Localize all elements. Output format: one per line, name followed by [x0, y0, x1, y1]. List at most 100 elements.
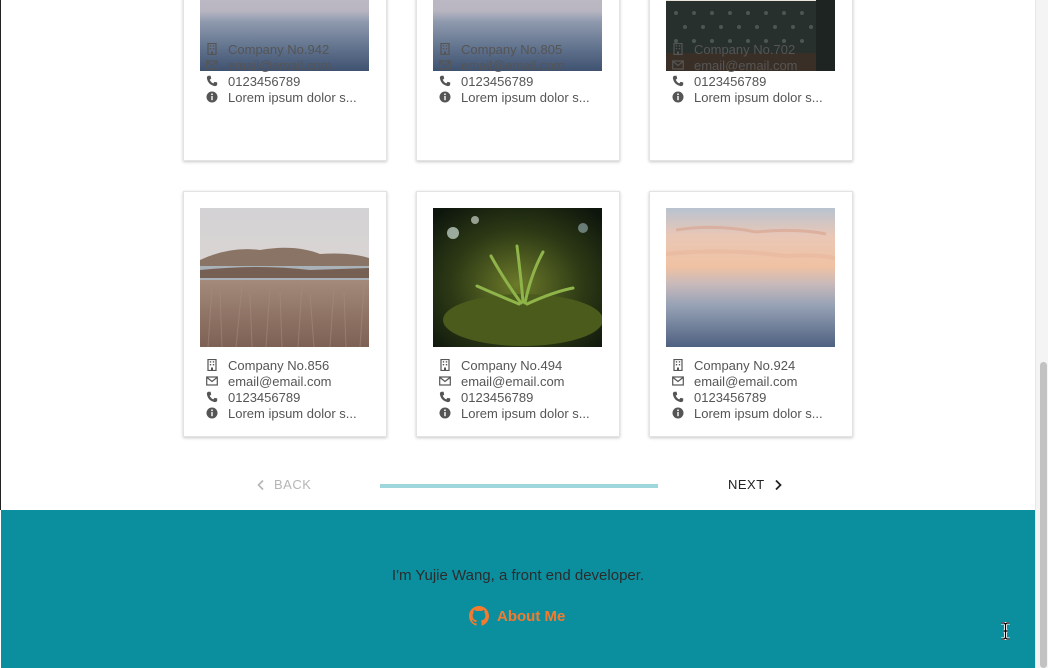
page-progress-bar	[380, 484, 658, 488]
phone-icon	[205, 75, 218, 88]
phone-row: 0123456789	[205, 389, 357, 405]
email-row: email@email.com	[438, 373, 590, 389]
phone-row: 0123456789	[438, 73, 590, 89]
card-info: Company No.702 email@email.com 012345678…	[671, 41, 823, 105]
description-row: Lorem ipsum dolor s...	[205, 405, 357, 421]
company-phone: 0123456789	[228, 73, 301, 89]
building-icon	[438, 359, 451, 372]
phone-icon	[671, 75, 684, 88]
company-email: email@email.com	[461, 373, 565, 389]
about-me-link[interactable]: About Me	[469, 606, 565, 626]
company-email: email@email.com	[228, 373, 332, 389]
company-name: Company No.494	[461, 357, 563, 373]
phone-row: 0123456789	[438, 389, 590, 405]
phone-icon	[205, 391, 218, 404]
description-row: Lorem ipsum dolor s...	[438, 405, 590, 421]
envelope-icon	[671, 59, 684, 72]
company-description: Lorem ipsum dolor s...	[694, 89, 823, 105]
card-info: Company No.805 email@email.com 012345678…	[438, 41, 590, 105]
info-circle-icon	[671, 91, 684, 104]
company-name: Company No.856	[228, 357, 330, 373]
phone-icon	[438, 75, 451, 88]
card-info: Company No.856 email@email.com 012345678…	[205, 357, 357, 421]
company-email: email@email.com	[694, 373, 798, 389]
building-icon	[438, 43, 451, 56]
company-description: Lorem ipsum dolor s...	[228, 405, 357, 421]
chevron-left-icon	[257, 479, 264, 490]
phone-row: 0123456789	[671, 73, 823, 89]
company-name: Company No.702	[694, 41, 796, 57]
about-me-label: About Me	[497, 607, 566, 625]
company-name: Company No.924	[694, 357, 796, 373]
info-circle-icon	[205, 407, 218, 420]
card-info: Company No.924 email@email.com 012345678…	[671, 357, 823, 421]
company-card[interactable]: Company No.924 email@email.com 012345678…	[649, 191, 853, 437]
building-icon	[671, 43, 684, 56]
company-row: Company No.942	[205, 41, 357, 57]
company-phone: 0123456789	[228, 389, 301, 405]
card-info: Company No.494 email@email.com 012345678…	[438, 357, 590, 421]
company-email: email@email.com	[461, 57, 565, 73]
company-card[interactable]: Company No.805 email@email.com 012345678…	[416, 0, 620, 161]
company-name: Company No.805	[461, 41, 563, 57]
card-info: Company No.942 email@email.com 012345678…	[205, 41, 357, 105]
company-description: Lorem ipsum dolor s...	[461, 89, 590, 105]
description-row: Lorem ipsum dolor s...	[671, 89, 823, 105]
next-button[interactable]: NEXT	[728, 477, 783, 492]
company-row: Company No.702	[671, 41, 823, 57]
company-card[interactable]: Company No.856 email@email.com 012345678…	[183, 191, 387, 437]
phone-icon	[671, 391, 684, 404]
company-row: Company No.924	[671, 357, 823, 373]
company-email: email@email.com	[694, 57, 798, 73]
company-phone: 0123456789	[461, 389, 534, 405]
building-icon	[205, 359, 218, 372]
back-button[interactable]: BACK	[256, 477, 311, 492]
envelope-icon	[438, 59, 451, 72]
company-row: Company No.805	[438, 41, 590, 57]
github-icon	[469, 606, 489, 626]
envelope-icon	[438, 375, 451, 388]
footer: I'm Yujie Wang, a front end developer. A…	[1, 510, 1035, 668]
card-photo	[433, 208, 602, 347]
info-circle-icon	[438, 407, 451, 420]
company-email: email@email.com	[228, 57, 332, 73]
envelope-icon	[205, 375, 218, 388]
next-label: NEXT	[728, 477, 765, 492]
company-description: Lorem ipsum dolor s...	[694, 405, 823, 421]
company-description: Lorem ipsum dolor s...	[228, 89, 357, 105]
description-row: Lorem ipsum dolor s...	[205, 89, 357, 105]
page-progress-fill	[380, 484, 658, 488]
company-name: Company No.942	[228, 41, 330, 57]
text-cursor-icon	[1001, 622, 1010, 640]
email-row: email@email.com	[205, 373, 357, 389]
info-circle-icon	[671, 407, 684, 420]
company-phone: 0123456789	[461, 73, 534, 89]
company-card[interactable]: Company No.494 email@email.com 012345678…	[416, 191, 620, 437]
company-description: Lorem ipsum dolor s...	[461, 405, 590, 421]
email-row: email@email.com	[438, 57, 590, 73]
envelope-icon	[671, 375, 684, 388]
info-circle-icon	[438, 91, 451, 104]
footer-intro: I'm Yujie Wang, a front end developer.	[391, 567, 645, 584]
email-row: email@email.com	[205, 57, 357, 73]
description-row: Lorem ipsum dolor s...	[438, 89, 590, 105]
card-photo	[666, 208, 835, 347]
company-card[interactable]: Company No.702 email@email.com 012345678…	[649, 0, 853, 161]
info-circle-icon	[205, 91, 218, 104]
company-row: Company No.494	[438, 357, 590, 373]
phone-row: 0123456789	[205, 73, 357, 89]
chevron-right-icon	[775, 479, 782, 490]
envelope-icon	[205, 59, 218, 72]
scrollbar-thumb[interactable]	[1040, 362, 1047, 668]
pagination: BACK NEXT	[0, 474, 1035, 496]
email-row: email@email.com	[671, 57, 823, 73]
building-icon	[671, 359, 684, 372]
company-phone: 0123456789	[694, 389, 767, 405]
building-icon	[205, 43, 218, 56]
company-card[interactable]: Company No.942 email@email.com 012345678…	[183, 0, 387, 161]
back-label: BACK	[274, 477, 312, 492]
description-row: Lorem ipsum dolor s...	[671, 405, 823, 421]
phone-row: 0123456789	[671, 389, 823, 405]
email-row: email@email.com	[671, 373, 823, 389]
page-left-edge	[0, 0, 1, 510]
